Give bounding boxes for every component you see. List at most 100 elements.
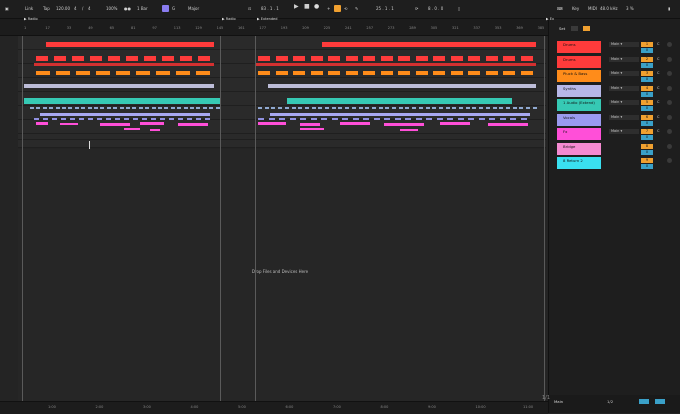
clip[interactable] <box>415 56 428 61</box>
clip[interactable] <box>43 118 48 120</box>
clip[interactable] <box>438 107 443 109</box>
clip[interactable] <box>398 107 403 109</box>
clip[interactable] <box>115 118 120 120</box>
clip[interactable] <box>385 107 390 109</box>
clip[interactable] <box>365 107 370 109</box>
clip[interactable] <box>258 71 270 75</box>
clip[interactable] <box>450 56 463 61</box>
clip[interactable] <box>42 107 47 109</box>
clip[interactable] <box>345 107 350 109</box>
track-name[interactable]: Fx <box>557 128 601 140</box>
track-activator-button[interactable]: 1 <box>641 42 653 47</box>
empty-drop-area[interactable] <box>18 149 546 401</box>
clip[interactable] <box>526 107 530 109</box>
track-pan[interactable]: C <box>657 57 659 61</box>
track-output-select[interactable]: Main ▾ <box>609 114 639 120</box>
clip[interactable] <box>40 113 210 116</box>
clip[interactable] <box>432 107 437 109</box>
clip[interactable] <box>270 113 530 116</box>
clip[interactable] <box>72 56 84 61</box>
clip[interactable] <box>351 107 356 109</box>
punch-icon[interactable]: ▯ <box>458 5 460 13</box>
stop-icon[interactable]: ■ <box>304 3 310 11</box>
clip[interactable] <box>400 129 418 131</box>
clip[interactable] <box>371 107 376 109</box>
clip[interactable] <box>394 118 401 120</box>
clip[interactable] <box>300 128 324 130</box>
track-pan[interactable]: C <box>657 42 659 46</box>
clip[interactable] <box>340 122 370 125</box>
clip[interactable] <box>34 118 39 120</box>
clip[interactable] <box>503 71 515 75</box>
automation-arm-icon[interactable] <box>334 5 341 12</box>
clip[interactable] <box>358 107 363 109</box>
clip[interactable] <box>345 71 358 75</box>
clip[interactable] <box>190 107 194 109</box>
scale-select[interactable]: Major <box>188 5 199 13</box>
signature-numerator[interactable]: 4 <box>74 5 77 13</box>
track-output-select[interactable]: Main ▾ <box>609 85 639 91</box>
clip[interactable] <box>418 107 423 109</box>
clip[interactable] <box>468 71 480 75</box>
clip[interactable] <box>352 118 359 120</box>
track-lane-return[interactable] <box>18 140 546 148</box>
clip[interactable] <box>100 107 105 109</box>
clip[interactable] <box>310 56 323 61</box>
track-volume[interactable]: 0 <box>641 106 653 111</box>
clip[interactable] <box>485 107 490 109</box>
clip[interactable] <box>298 107 303 109</box>
track-volume[interactable]: 0 <box>641 77 653 82</box>
locator-label[interactable]: ▶ Radio <box>24 17 38 21</box>
clip[interactable] <box>532 107 537 109</box>
arm-button-icon[interactable] <box>667 114 672 120</box>
clip[interactable] <box>258 107 262 109</box>
loop-icon[interactable]: ⟳ <box>415 5 418 13</box>
clip[interactable] <box>412 107 417 109</box>
track-name[interactable]: Synths <box>557 84 601 97</box>
clip[interactable] <box>373 118 380 120</box>
clip[interactable] <box>133 118 138 120</box>
track-activator-button[interactable]: 8 <box>641 143 653 149</box>
clip[interactable] <box>271 107 276 109</box>
clip[interactable] <box>392 107 396 109</box>
clip[interactable] <box>258 118 264 120</box>
track-output-select[interactable]: Main ▾ <box>609 129 639 134</box>
clip[interactable] <box>124 118 129 120</box>
track-name[interactable]: Drums <box>557 41 601 53</box>
clip[interactable] <box>108 56 120 61</box>
set-button[interactable]: Set <box>559 26 565 31</box>
clip[interactable] <box>36 56 48 61</box>
clip[interactable] <box>415 71 428 75</box>
clip[interactable] <box>55 107 60 109</box>
track-volume[interactable]: 0 <box>641 120 653 126</box>
track-activator-button[interactable]: 3 <box>641 71 653 76</box>
clip[interactable] <box>331 107 336 109</box>
clip[interactable] <box>468 118 474 120</box>
clip[interactable] <box>160 118 165 120</box>
clip[interactable] <box>87 107 92 109</box>
clip[interactable] <box>264 107 269 109</box>
clip[interactable] <box>176 71 190 75</box>
clip[interactable] <box>322 42 536 47</box>
clip[interactable] <box>485 56 498 61</box>
arm-button-icon[interactable] <box>667 71 672 76</box>
clip[interactable] <box>289 118 296 120</box>
clip[interactable] <box>187 118 192 120</box>
clip[interactable] <box>503 56 515 61</box>
key-map-button[interactable]: Key <box>572 5 579 13</box>
clip[interactable] <box>445 107 450 109</box>
tempo-field[interactable]: 120.00 <box>56 5 70 13</box>
track-volume[interactable]: 0 <box>641 91 653 97</box>
arm-button-icon[interactable] <box>667 100 672 105</box>
clip[interactable] <box>258 56 270 61</box>
zoom-field[interactable]: 100% <box>106 5 117 13</box>
track-activator-button[interactable]: 6 <box>641 114 653 120</box>
clip[interactable] <box>425 107 430 109</box>
clip[interactable] <box>452 107 457 109</box>
clip[interactable] <box>170 107 175 109</box>
record-icon[interactable]: ● <box>314 3 319 11</box>
clip[interactable] <box>30 107 34 109</box>
clip[interactable] <box>49 107 54 109</box>
arm-button-icon[interactable] <box>667 42 672 47</box>
clip[interactable] <box>457 118 464 120</box>
